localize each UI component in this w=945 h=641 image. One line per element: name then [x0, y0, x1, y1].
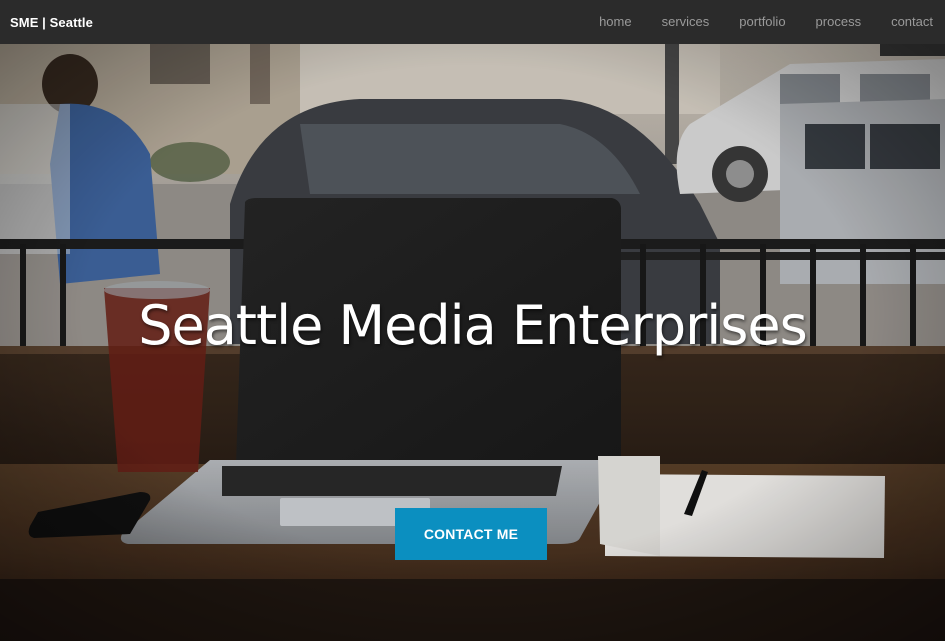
nav-link-home[interactable]: home: [599, 0, 632, 44]
nav-link-portfolio[interactable]: portfolio: [739, 0, 785, 44]
contact-me-button[interactable]: CONTACT ME: [395, 508, 547, 560]
top-navbar: SME | Seattle home services portfolio pr…: [0, 0, 945, 44]
nav-link-services[interactable]: services: [662, 0, 710, 44]
nav-link-process[interactable]: process: [816, 0, 862, 44]
hero-section: Seattle Media Enterprises CONTACT ME: [0, 44, 945, 641]
nav-links: home services portfolio process contact: [599, 0, 945, 44]
hero-title: Seattle Media Enterprises: [138, 294, 808, 357]
brand-link[interactable]: SME | Seattle: [0, 15, 93, 30]
nav-link-contact[interactable]: contact: [891, 0, 933, 44]
